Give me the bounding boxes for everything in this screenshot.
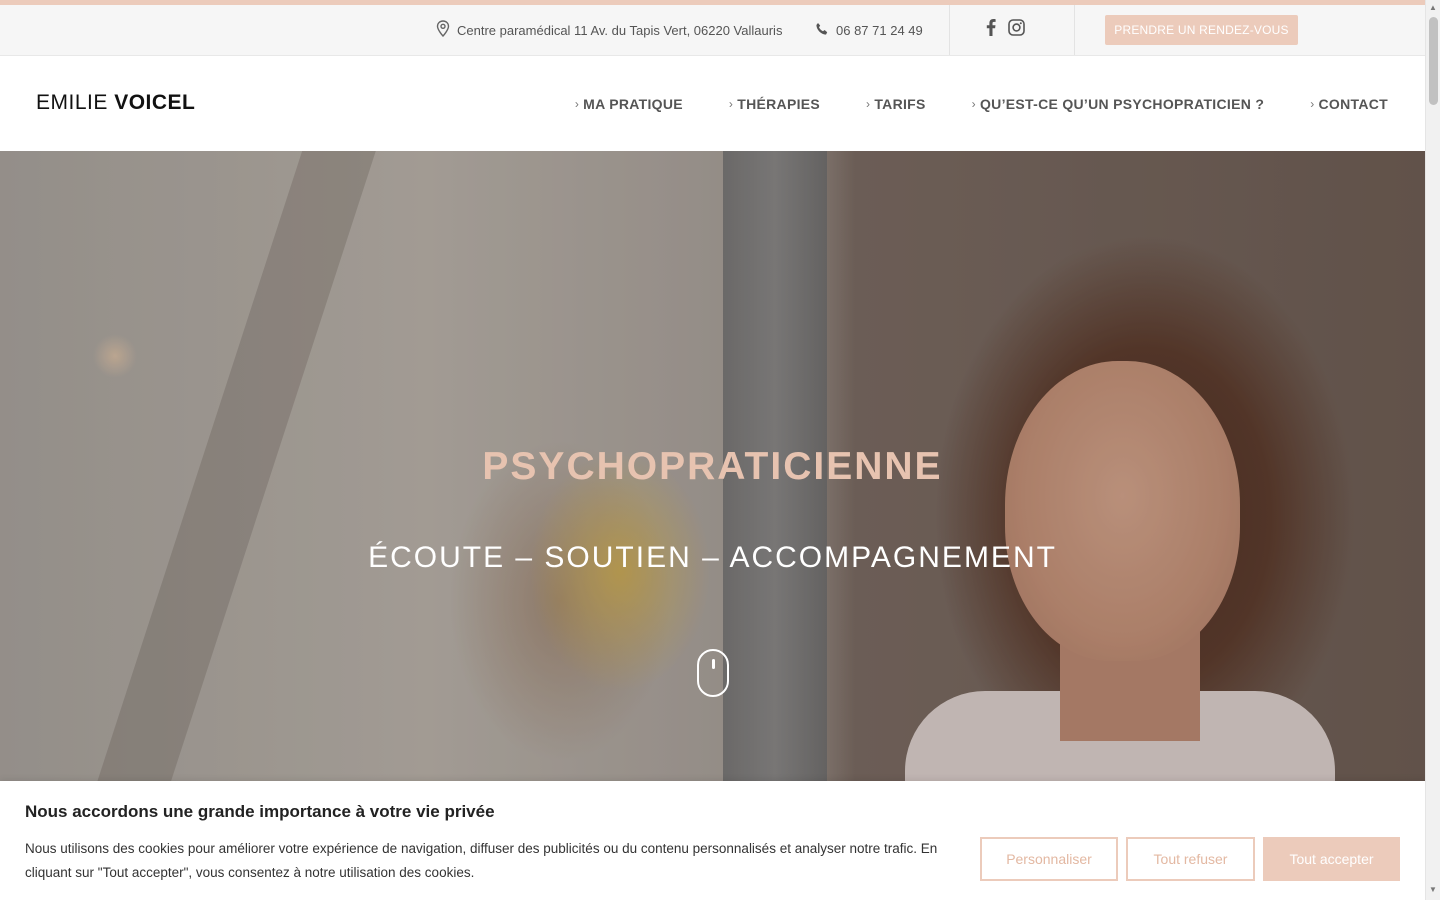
hero-title: PSYCHOPRATICIENNE bbox=[482, 445, 943, 488]
scrollbar-thumb[interactable] bbox=[1429, 17, 1438, 105]
social-links bbox=[986, 5, 1025, 55]
hero-subtitle: ÉCOUTE – SOUTIEN – ACCOMPAGNEMENT bbox=[368, 541, 1057, 574]
reject-all-button[interactable]: Tout refuser bbox=[1126, 837, 1255, 881]
cookie-actions: Personnaliser Tout refuser Tout accepter bbox=[980, 837, 1400, 881]
cookie-title: Nous accordons une grande importance à v… bbox=[25, 802, 495, 821]
logo-first-name: EMILIE bbox=[36, 91, 108, 114]
nav-item-therapies[interactable]: › THÉRAPIES bbox=[729, 96, 820, 112]
facebook-icon[interactable] bbox=[986, 19, 996, 41]
nav-item-tarifs[interactable]: › TARIFS bbox=[866, 96, 926, 112]
nav-label: MA PRATIQUE bbox=[583, 95, 683, 112]
phone-number[interactable]: 06 87 71 24 49 bbox=[836, 23, 923, 38]
site-logo[interactable]: EMILIE VOICEL bbox=[36, 91, 195, 115]
logo-last-name: VOICEL bbox=[114, 91, 196, 114]
nav-item-contact[interactable]: › CONTACT bbox=[1310, 96, 1388, 112]
address-info: Centre paramédical 11 Av. du Tapis Vert,… bbox=[436, 5, 782, 55]
chevron-right-icon: › bbox=[574, 96, 580, 111]
book-appointment-button[interactable]: PRENDRE UN RENDEZ-VOUS bbox=[1105, 15, 1298, 45]
address-text: Centre paramédical 11 Av. du Tapis Vert,… bbox=[457, 22, 783, 38]
nav-label: QU’EST-CE QU’UN PSYCHOPRATICIEN ? bbox=[979, 95, 1265, 112]
scroll-up-arrow-icon[interactable]: ▲ bbox=[1429, 3, 1437, 12]
site-header: EMILIE VOICEL › MA PRATIQUE › THÉRAPIES … bbox=[0, 56, 1425, 151]
chevron-right-icon: › bbox=[971, 96, 976, 111]
divider bbox=[949, 5, 950, 55]
top-info-bar: Centre paramédical 11 Av. du Tapis Vert,… bbox=[0, 5, 1425, 56]
chevron-right-icon: › bbox=[866, 96, 871, 111]
cookie-consent-banner: Nous accordons une grande importance à v… bbox=[0, 781, 1425, 900]
scroll-down-mouse-icon[interactable] bbox=[697, 649, 729, 697]
cookie-text: Nous utilisons des cookies pour améliore… bbox=[25, 841, 938, 880]
phone-icon bbox=[815, 22, 829, 39]
nav-label: THÉRAPIES bbox=[737, 95, 821, 112]
phone-info[interactable]: 06 87 71 24 49 bbox=[815, 5, 923, 55]
hero-banner: PSYCHOPRATICIENNE ÉCOUTE – SOUTIEN – ACC… bbox=[0, 151, 1425, 781]
scroll-down-arrow-icon[interactable]: ▼ bbox=[1429, 885, 1437, 894]
customize-cookies-button[interactable]: Personnaliser bbox=[980, 837, 1118, 881]
chevron-right-icon: › bbox=[1310, 96, 1315, 111]
nav-item-psychopraticien[interactable]: › QU’EST-CE QU’UN PSYCHOPRATICIEN ? bbox=[972, 96, 1265, 112]
nav-label: TARIFS bbox=[874, 95, 926, 112]
map-pin-icon bbox=[436, 20, 450, 40]
chevron-right-icon: › bbox=[728, 96, 734, 111]
page-scrollbar[interactable]: ▲ ▼ bbox=[1425, 0, 1440, 900]
main-nav: › MA PRATIQUE › THÉRAPIES › TARIFS › QU’… bbox=[575, 56, 1388, 151]
divider bbox=[1074, 5, 1075, 55]
nav-item-ma-pratique[interactable]: › MA PRATIQUE bbox=[575, 96, 683, 112]
nav-label: CONTACT bbox=[1318, 95, 1388, 112]
accept-all-button[interactable]: Tout accepter bbox=[1263, 837, 1400, 881]
instagram-icon[interactable] bbox=[1008, 19, 1025, 41]
